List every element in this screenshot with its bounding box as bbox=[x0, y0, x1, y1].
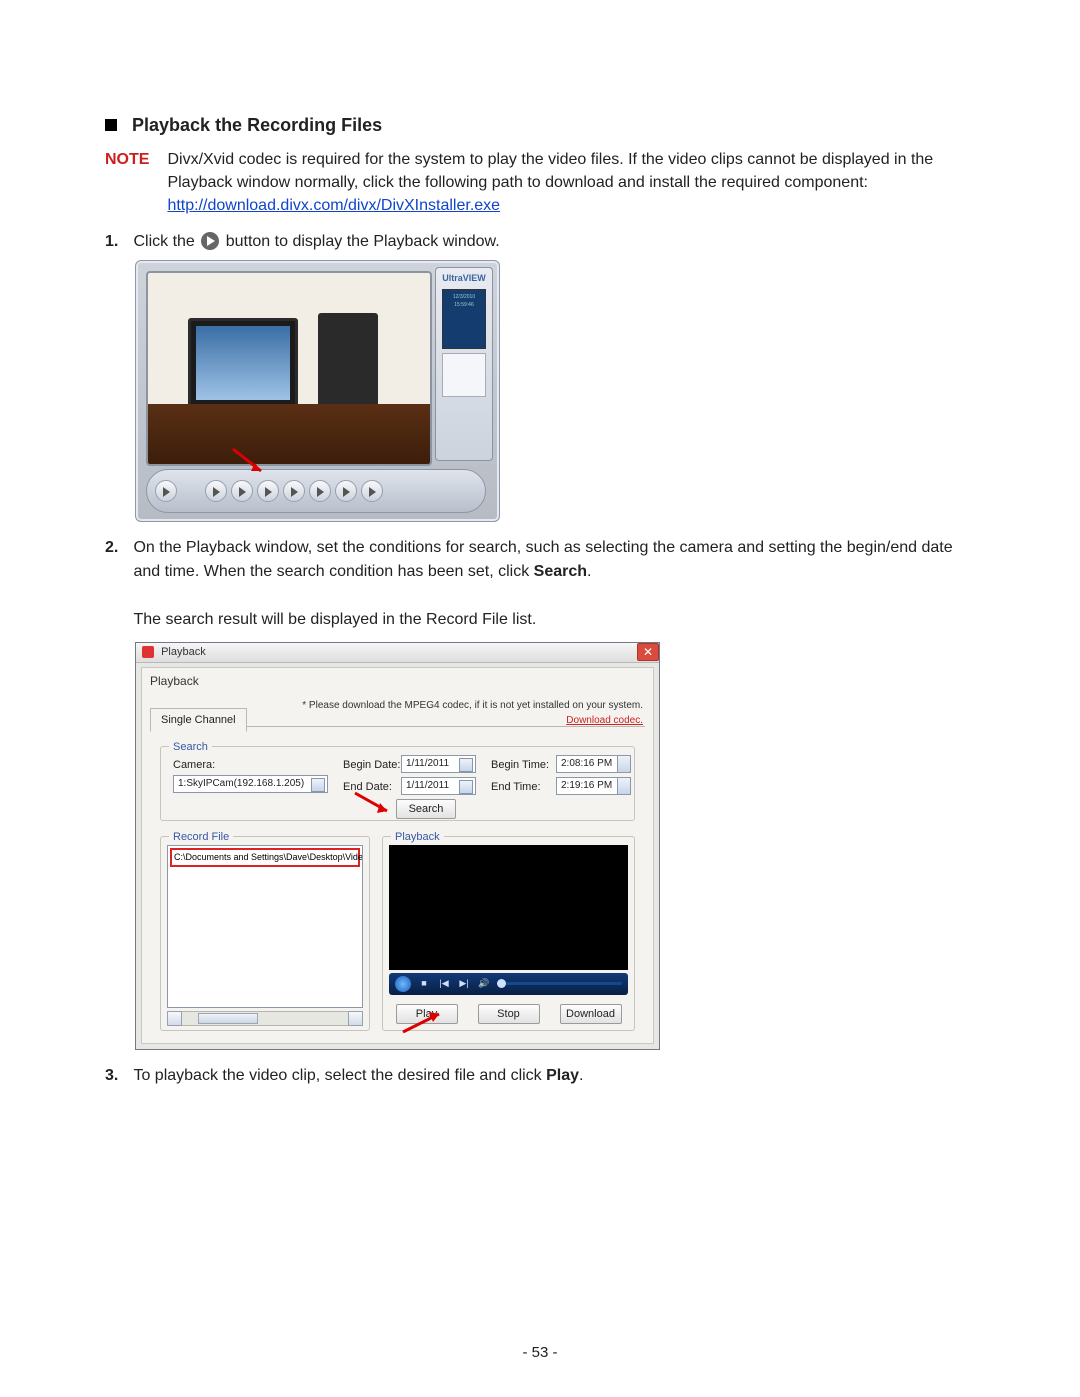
video-preview bbox=[389, 845, 628, 970]
play-icon bbox=[201, 232, 219, 250]
scroll-right-button[interactable] bbox=[348, 1011, 363, 1026]
step2-line2: The search result will be displayed in t… bbox=[133, 611, 536, 628]
horizontal-scrollbar[interactable] bbox=[167, 1011, 363, 1026]
search-fieldset: Search Camera: 1:SkyIPCam(192.168.1.205)… bbox=[160, 746, 635, 821]
step-2-body: On the Playback window, set the conditio… bbox=[133, 536, 968, 632]
volume-icon[interactable]: 🔊 bbox=[477, 977, 491, 991]
divx-link[interactable]: http://download.divx.com/divx/DivXInstal… bbox=[167, 197, 500, 214]
download-codec-link[interactable]: Download codec. bbox=[566, 715, 643, 726]
control-button[interactable] bbox=[283, 480, 305, 502]
begin-time-label: Begin Time: bbox=[491, 757, 549, 774]
record-file-highlighted[interactable]: C:\Documents and Settings\Dave\Desktop\V… bbox=[170, 848, 360, 868]
step3-a: To playback the video clip, select the d… bbox=[133, 1067, 546, 1084]
control-button[interactable] bbox=[155, 480, 177, 502]
begin-time-spinner[interactable]: 2:08:16 PM bbox=[556, 755, 631, 773]
timestamp-date: 12/3/2010 bbox=[443, 294, 485, 302]
begin-time-value: 2:08:16 PM bbox=[561, 756, 612, 771]
end-time-spinner[interactable]: 2:19:16 PM bbox=[556, 777, 631, 795]
record-file-fieldset: Record File C:\Documents and Settings\Da… bbox=[160, 836, 370, 1031]
playback-dialog-screenshot: Playback ✕ Playback * Please download th… bbox=[135, 642, 660, 1050]
record-file-legend: Record File bbox=[169, 829, 233, 846]
step1-after: button to display the Playback window. bbox=[226, 233, 500, 250]
camera-list-panel bbox=[442, 353, 486, 397]
record-file-list[interactable]: C:\Documents and Settings\Dave\Desktop\V… bbox=[167, 845, 363, 1008]
step-3-body: To playback the video clip, select the d… bbox=[133, 1064, 968, 1088]
step-1-body: Click the button to display the Playback… bbox=[133, 230, 968, 254]
dialog-titlebar: Playback ✕ bbox=[136, 643, 659, 663]
media-control-bar: ■ |◀ ▶| 🔊 bbox=[389, 973, 628, 995]
begin-date-dropdown[interactable]: 1/11/2011 bbox=[401, 755, 476, 773]
control-button[interactable] bbox=[231, 480, 253, 502]
close-button[interactable]: ✕ bbox=[637, 643, 659, 661]
desk-shape bbox=[148, 404, 430, 464]
ultraview-screenshot: UltraVIEW 12/3/2010 15:59:46 bbox=[135, 260, 500, 522]
download-button[interactable]: Download bbox=[560, 1004, 622, 1024]
seek-slider[interactable] bbox=[497, 982, 622, 985]
callout-arrow-icon bbox=[399, 1006, 449, 1036]
codec-note: * Please download the MPEG4 codec, if it… bbox=[263, 698, 643, 728]
step-1-number: 1. bbox=[105, 230, 129, 254]
prev-icon[interactable]: |◀ bbox=[437, 977, 451, 991]
step1-before: Click the bbox=[133, 233, 194, 250]
playback-legend: Playback bbox=[391, 829, 444, 846]
timestamp-time: 15:59:46 bbox=[443, 302, 485, 310]
search-bold: Search bbox=[534, 563, 587, 580]
control-button[interactable] bbox=[335, 480, 357, 502]
section-heading: Playback the Recording Files bbox=[105, 115, 975, 136]
playback-header: Playback bbox=[150, 672, 199, 690]
camera-label: Camera: bbox=[173, 757, 215, 774]
scroll-thumb[interactable] bbox=[198, 1013, 258, 1024]
timestamp-panel: 12/3/2010 15:59:46 bbox=[442, 289, 486, 349]
camera-dropdown[interactable]: 1:SkyIPCam(192.168.1.205) bbox=[173, 775, 328, 793]
step-2-number: 2. bbox=[105, 536, 129, 560]
begin-date-value: 1/11/2011 bbox=[406, 756, 449, 771]
page-number: - 53 - bbox=[0, 1344, 1080, 1361]
codec-note-text: * Please download the MPEG4 codec, if it… bbox=[302, 700, 643, 711]
step2-text-c: . bbox=[587, 563, 591, 580]
stop-button[interactable]: Stop bbox=[478, 1004, 540, 1024]
single-channel-tab[interactable]: Single Channel bbox=[150, 708, 247, 733]
play-bold: Play bbox=[546, 1067, 579, 1084]
note-label: NOTE bbox=[105, 148, 163, 171]
step-2: 2. On the Playback window, set the condi… bbox=[105, 536, 975, 1050]
note-body: Divx/Xvid codec is required for the syst… bbox=[167, 148, 967, 218]
callout-arrow-icon bbox=[353, 789, 397, 817]
dialog-title: Playback bbox=[161, 646, 206, 658]
control-button[interactable] bbox=[309, 480, 331, 502]
note-text: Divx/Xvid codec is required for the syst… bbox=[167, 151, 933, 191]
camera-feed bbox=[146, 271, 432, 466]
ultraview-control-bar bbox=[146, 469, 486, 513]
end-time-label: End Time: bbox=[491, 779, 541, 796]
camera-value: 1:SkyIPCam(192.168.1.205) bbox=[178, 776, 304, 791]
scroll-left-button[interactable] bbox=[167, 1011, 182, 1026]
begin-date-label: Begin Date: bbox=[343, 757, 400, 774]
end-date-dropdown[interactable]: 1/11/2011 bbox=[401, 777, 476, 795]
app-icon bbox=[142, 646, 154, 658]
note-block: NOTE Divx/Xvid codec is required for the… bbox=[105, 148, 975, 218]
callout-arrow-icon bbox=[231, 447, 271, 477]
playback-button[interactable] bbox=[257, 480, 279, 502]
step-3: 3. To playback the video clip, select th… bbox=[105, 1064, 975, 1088]
pc-tower-icon bbox=[318, 313, 378, 418]
search-legend: Search bbox=[169, 739, 212, 756]
control-button[interactable] bbox=[361, 480, 383, 502]
bullet-icon bbox=[105, 119, 117, 131]
monitor-icon bbox=[188, 318, 298, 408]
play-icon[interactable] bbox=[395, 976, 411, 992]
stop-icon[interactable]: ■ bbox=[417, 977, 431, 991]
next-icon[interactable]: ▶| bbox=[457, 977, 471, 991]
playback-fieldset: Playback ■ |◀ ▶| 🔊 Play Stop bbox=[382, 836, 635, 1031]
end-time-value: 2:19:16 PM bbox=[561, 778, 612, 793]
end-date-value: 1/11/2011 bbox=[406, 778, 449, 793]
ultraview-logo: UltraVIEW bbox=[436, 272, 492, 286]
step-3-number: 3. bbox=[105, 1064, 129, 1088]
heading-text: Playback the Recording Files bbox=[132, 115, 382, 135]
search-button[interactable]: Search bbox=[396, 799, 456, 819]
step-1: 1. Click the button to display the Playb… bbox=[105, 230, 975, 522]
ultraview-sidebar: UltraVIEW 12/3/2010 15:59:46 bbox=[435, 267, 493, 461]
control-button[interactable] bbox=[205, 480, 227, 502]
step3-c: . bbox=[579, 1067, 583, 1084]
